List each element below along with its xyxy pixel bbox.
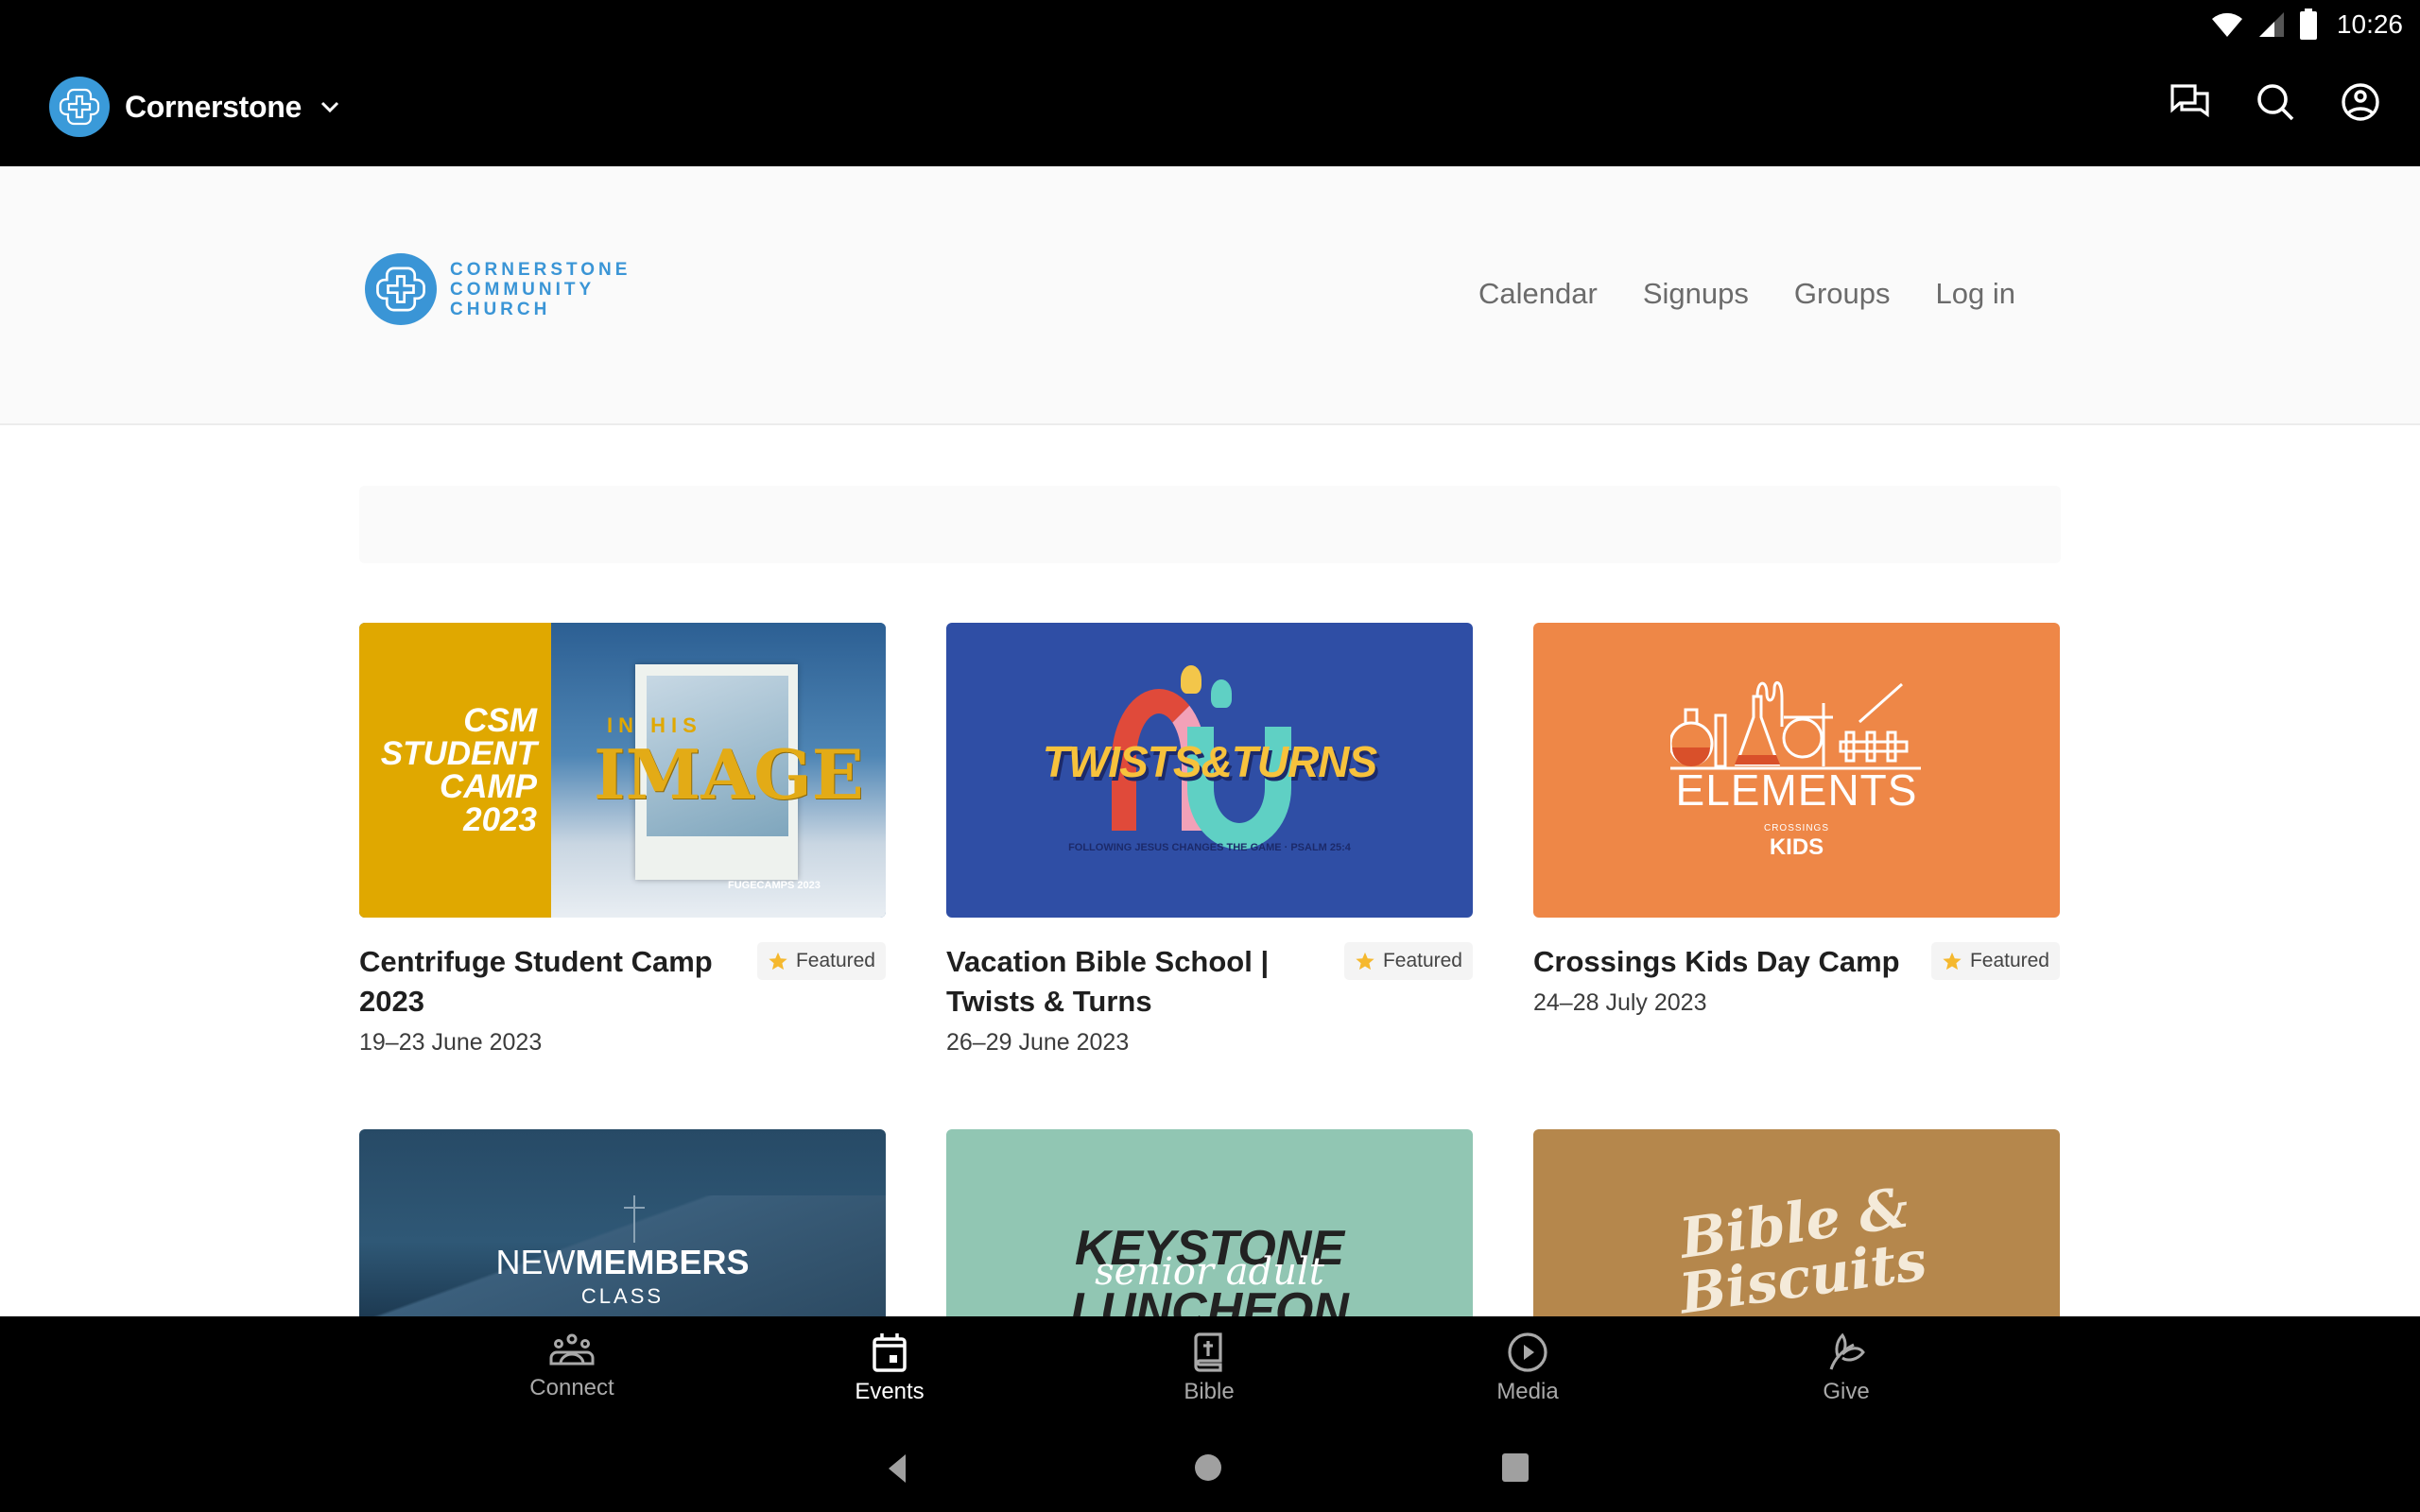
system-nav-bar: [0, 1426, 2420, 1512]
event-card-image[interactable]: Bible & Biscuits: [1533, 1129, 2060, 1316]
cell-signal-icon: [2258, 12, 2284, 37]
tab-connect[interactable]: Connect: [506, 1332, 638, 1401]
bottom-nav: Connect Events Bible Media Give: [0, 1316, 2420, 1426]
event-card-image[interactable]: KEYSTONE senior adult LUNCHEON: [946, 1129, 1473, 1316]
church-name: Cornerstone: [125, 89, 302, 124]
site-header: CORNERSTONE COMMUNITY CHURCH Calendar Si…: [0, 166, 2420, 425]
nav-signups[interactable]: Signups: [1643, 277, 1749, 311]
star-icon: [769, 952, 787, 971]
site-logo[interactable]: CORNERSTONE COMMUNITY CHURCH: [365, 253, 631, 325]
back-icon[interactable]: [887, 1452, 908, 1485]
tab-give[interactable]: Give: [1780, 1332, 1912, 1405]
event-image[interactable]: CSM STUDENT CAMP 2023 IN HIS IMAGE FUGEC…: [359, 623, 886, 918]
church-switcher[interactable]: Cornerstone: [49, 76, 341, 138]
home-icon[interactable]: [1193, 1452, 1223, 1483]
event-title[interactable]: Vacation Bible School | Twists & Turns: [946, 942, 1324, 1022]
nav-login[interactable]: Log in: [1936, 277, 2015, 311]
event-date: 26–29 June 2023: [946, 1029, 1130, 1056]
search-button[interactable]: [2254, 80, 2297, 124]
star-icon: [1356, 952, 1374, 971]
event-date: 24–28 July 2023: [1533, 989, 1707, 1016]
event-image[interactable]: ELEMENTS CROSSINGS KIDS: [1533, 623, 2060, 918]
wifi-icon: [2211, 12, 2242, 37]
filter-bar-placeholder: [359, 486, 2061, 563]
tab-media[interactable]: Media: [1461, 1332, 1594, 1405]
account-circle-icon: [2342, 83, 2379, 121]
featured-badge: Featured: [756, 942, 886, 980]
church-logo-icon: [365, 253, 437, 325]
event-title[interactable]: Crossings Kids Day Camp: [1533, 942, 1911, 982]
site-logo-text: CORNERSTONE COMMUNITY CHURCH: [450, 259, 631, 319]
search-icon: [2257, 84, 2294, 121]
status-bar: 10:26: [0, 0, 2420, 47]
battery-icon: [2299, 9, 2317, 40]
messages-button[interactable]: [2169, 80, 2212, 124]
church-logo-icon: [49, 77, 110, 137]
calendar-icon: [873, 1333, 907, 1372]
event-card[interactable]: CSM STUDENT CAMP 2023 IN HIS IMAGE FUGEC…: [359, 623, 886, 1057]
app-bar: Cornerstone: [0, 47, 2420, 166]
nav-groups[interactable]: Groups: [1794, 277, 1891, 311]
chevron-down-icon: [320, 101, 339, 113]
event-date: 19–23 June 2023: [359, 1029, 543, 1056]
featured-badge: Featured: [1343, 942, 1473, 980]
recents-icon[interactable]: [1501, 1452, 1530, 1483]
event-title[interactable]: Centrifuge Student Camp 2023: [359, 942, 737, 1022]
bible-icon: [1194, 1332, 1222, 1372]
chat-icon: [2170, 84, 2209, 118]
featured-badge: Featured: [1930, 942, 2060, 980]
leaf-icon: [1829, 1332, 1865, 1370]
tab-bible[interactable]: Bible: [1143, 1332, 1275, 1405]
nav-calendar[interactable]: Calendar: [1478, 277, 1598, 311]
event-card-image[interactable]: NEWMEMBERS CLASS: [359, 1129, 886, 1316]
event-image[interactable]: TWISTS&TURNS FOLLOWING JESUS CHANGES THE…: [946, 623, 1473, 918]
event-card[interactable]: TWISTS&TURNS FOLLOWING JESUS CHANGES THE…: [946, 623, 1473, 1057]
account-button[interactable]: [2339, 80, 2382, 124]
star-icon: [1943, 952, 1962, 971]
people-icon: [549, 1333, 595, 1366]
site-nav: Calendar Signups Groups Log in: [1478, 277, 2015, 311]
play-circle-icon: [1508, 1332, 1547, 1372]
status-time: 10:26: [2336, 9, 2403, 39]
lab-equipment-illustration: [1670, 680, 1921, 770]
tab-events[interactable]: Events: [823, 1332, 956, 1405]
event-card[interactable]: ELEMENTS CROSSINGS KIDS Crossings Kids D…: [1533, 623, 2060, 1017]
